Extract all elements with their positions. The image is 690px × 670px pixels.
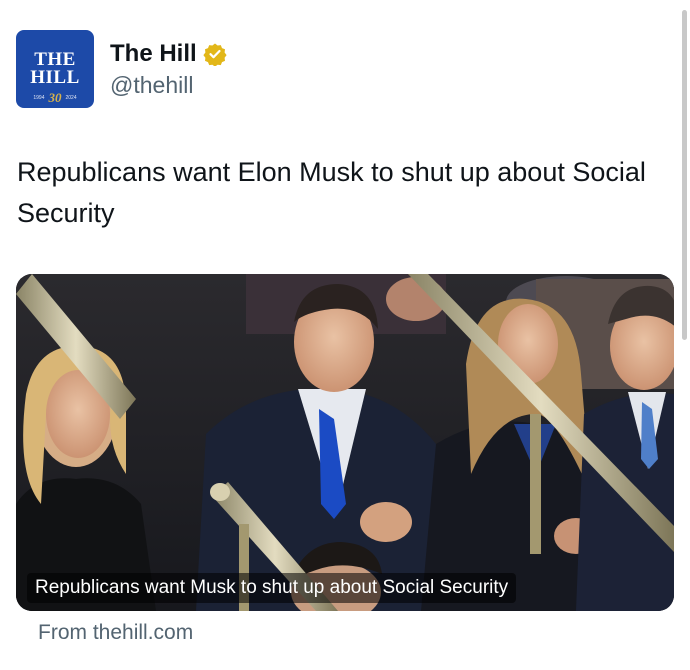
post-header: THE HILL 1994 30 2024 The Hill @thehill — [16, 30, 227, 108]
account-names: The Hill @thehill — [110, 39, 227, 99]
display-name[interactable]: The Hill — [110, 39, 197, 69]
name-row: The Hill — [110, 39, 227, 69]
link-source[interactable]: From thehill.com — [38, 619, 193, 647]
link-card-caption[interactable]: Republicans want Musk to shut up about S… — [27, 573, 517, 603]
post-text: Republicans want Elon Musk to shut up ab… — [17, 157, 646, 228]
avatar-years: 1994 30 2024 — [16, 90, 94, 106]
avatar[interactable]: THE HILL 1994 30 2024 — [16, 30, 94, 108]
scrollbar[interactable] — [682, 10, 687, 340]
avatar-logo-line2: HILL — [30, 67, 80, 88]
avatar-anniversary: 30 — [48, 90, 62, 105]
verified-badge-icon[interactable] — [203, 42, 227, 67]
account-handle[interactable]: @thehill — [110, 71, 227, 99]
link-card-image[interactable] — [16, 274, 674, 611]
avatar-year-end: 2024 — [65, 95, 77, 101]
avatar-year-start: 1994 — [33, 95, 45, 101]
